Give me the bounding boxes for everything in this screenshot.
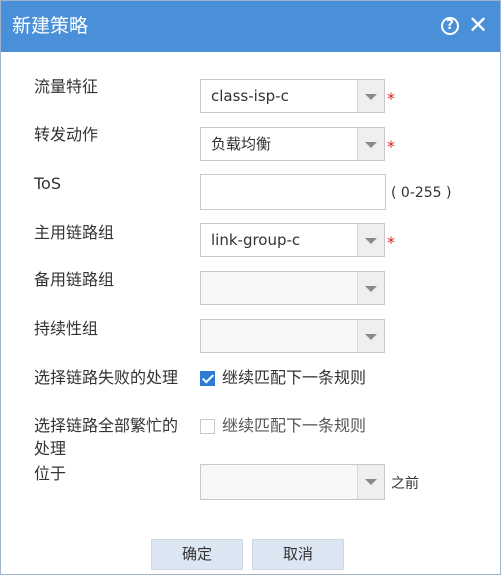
backup-link-group-label: 备用链路组 — [34, 270, 115, 289]
help-icon[interactable]: ? — [441, 17, 459, 35]
persistence-group-select[interactable] — [200, 319, 385, 353]
tos-range-hint: ( 0-255 ) — [391, 185, 452, 201]
link-failure-label: 选择链路失败的处理 — [34, 368, 179, 387]
chevron-down-icon[interactable] — [357, 465, 384, 499]
persistence-group-label: 持续性组 — [34, 319, 99, 338]
chevron-down-icon[interactable] — [357, 320, 384, 352]
required-mark: * — [387, 89, 395, 108]
traffic-feature-label: 流量特征 — [34, 77, 99, 96]
link-busy-checkbox[interactable] — [200, 419, 215, 434]
chevron-down-icon[interactable] — [357, 128, 384, 160]
chevron-down-icon[interactable] — [357, 224, 384, 256]
tos-input[interactable] — [200, 174, 386, 210]
required-mark: * — [387, 137, 395, 156]
link-failure-checkbox[interactable] — [200, 371, 215, 386]
link-failure-checkbox-label[interactable]: 继续匹配下一条规则 — [222, 367, 366, 389]
primary-link-group-select[interactable]: link-group-c — [200, 223, 385, 257]
backup-link-group-select[interactable] — [200, 271, 385, 305]
confirm-button[interactable]: 确定 — [151, 539, 243, 570]
primary-link-group-label: 主用链路组 — [34, 223, 115, 242]
position-suffix: 之前 — [391, 476, 419, 492]
forward-action-label: 转发动作 — [34, 125, 99, 144]
dialog-title-bar: 新建策略 ? ✕ — [1, 1, 500, 52]
link-busy-label-line1: 选择链路全部繁忙的 — [34, 416, 179, 435]
forward-action-select[interactable]: 负载均衡 — [200, 127, 385, 161]
primary-link-group-value: link-group-c — [211, 231, 301, 249]
cancel-button[interactable]: 取消 — [252, 539, 344, 570]
traffic-feature-select[interactable]: class-isp-c — [200, 79, 385, 113]
position-label: 位于 — [34, 464, 67, 483]
dialog-title: 新建策略 — [12, 15, 89, 37]
chevron-down-icon[interactable] — [357, 80, 384, 112]
link-busy-checkbox-label[interactable]: 继续匹配下一条规则 — [222, 415, 366, 437]
position-select[interactable] — [200, 464, 385, 500]
traffic-feature-value: class-isp-c — [211, 87, 289, 105]
tos-label: ToS — [34, 174, 61, 193]
forward-action-value: 负载均衡 — [211, 135, 272, 153]
new-policy-dialog: 新建策略 ? ✕ 流量特征 class-isp-c * 转发动作 负载均衡 * … — [0, 0, 501, 575]
close-icon[interactable]: ✕ — [466, 12, 490, 38]
link-busy-label-line2: 处理 — [34, 439, 67, 458]
chevron-down-icon[interactable] — [357, 272, 384, 304]
required-mark: * — [387, 233, 395, 252]
